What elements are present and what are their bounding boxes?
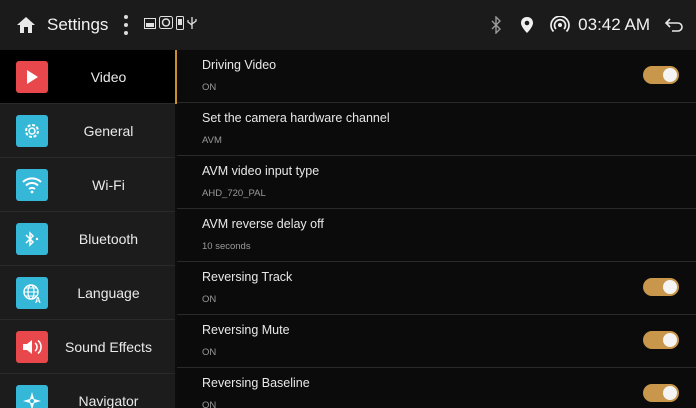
setting-value: ON (202, 347, 217, 358)
setting-title: AVM video input type (202, 164, 320, 178)
setting-row-driving-video[interactable]: Driving Video ON (177, 50, 696, 103)
phone-icon (176, 15, 185, 35)
status-bar: Settings 03:42 AM (0, 0, 696, 50)
setting-row-reversing-mute[interactable]: Reversing Mute ON (177, 315, 696, 368)
globe-icon: A (16, 276, 48, 309)
setting-title: Set the camera hardware channel (202, 111, 390, 125)
speaker-icon (16, 330, 48, 363)
video-settings-list: Driving Video ON Set the camera hardware… (177, 50, 696, 408)
sidebar-item-language[interactable]: A Language (0, 266, 175, 320)
setting-value: ON (202, 82, 217, 93)
bluetooth-status-icon (490, 16, 502, 34)
setting-row-camera-channel[interactable]: Set the camera hardware channel AVM (177, 103, 696, 156)
sidebar-item-navigator[interactable]: Navigator (0, 374, 175, 408)
setting-value: AHD_720_PAL (202, 188, 266, 199)
reversing-track-toggle[interactable] (643, 278, 679, 296)
setting-value: AVM (202, 135, 222, 146)
sidebar-item-label: Navigator (78, 392, 139, 408)
setting-title: Reversing Mute (202, 323, 290, 337)
setting-row-avm-input-type[interactable]: AVM video input type AHD_720_PAL (177, 156, 696, 209)
setting-row-avm-reverse-delay[interactable]: AVM reverse delay off 10 seconds (177, 209, 696, 262)
svg-text:A: A (35, 296, 41, 304)
status-bar-right: 03:42 AM (490, 0, 696, 50)
setting-value: ON (202, 294, 217, 305)
video-play-icon (16, 60, 48, 93)
sidebar-item-sound-effects[interactable]: Sound Effects (0, 320, 175, 374)
status-bar-left: Settings (0, 0, 198, 50)
back-icon[interactable] (664, 17, 684, 33)
setting-row-reversing-baseline[interactable]: Reversing Baseline ON (177, 368, 696, 408)
setting-title: Reversing Baseline (202, 376, 310, 390)
sidebar-item-general[interactable]: General (0, 104, 175, 158)
bluetooth-icon (16, 222, 48, 255)
settings-sidebar: Video General Wi-Fi Bluetooth A Language… (0, 50, 175, 408)
compass-icon (16, 384, 48, 408)
camera-icon (159, 16, 174, 34)
page-title: Settings (47, 15, 109, 34)
gear-icon (16, 114, 48, 147)
sidebar-item-label: Wi-Fi (92, 176, 125, 193)
setting-title: AVM reverse delay off (202, 217, 324, 231)
driving-video-toggle[interactable] (643, 66, 679, 84)
sidebar-item-label: Bluetooth (78, 230, 139, 247)
sidebar-item-label: General (83, 122, 134, 139)
setting-title: Driving Video (202, 58, 277, 72)
sidebar-item-bluetooth[interactable]: Bluetooth (0, 212, 175, 266)
setting-value: 10 seconds (202, 241, 251, 252)
setting-row-reversing-track[interactable]: Reversing Track ON (177, 262, 696, 315)
wifi-icon (16, 168, 48, 201)
more-options-icon[interactable] (122, 15, 130, 35)
sidebar-item-label: Sound Effects (65, 338, 152, 355)
sidebar-item-label: Language (77, 284, 140, 301)
reversing-mute-toggle[interactable] (643, 331, 679, 349)
sidebar-item-label: Video (90, 68, 127, 85)
setting-value: ON (202, 400, 217, 408)
sidebar-item-video[interactable]: Video (0, 50, 175, 104)
setting-title: Reversing Track (202, 270, 293, 284)
clock: 03:42 AM (578, 15, 650, 34)
home-icon[interactable] (15, 14, 37, 36)
hotspot-icon (550, 16, 571, 34)
location-icon (520, 16, 534, 34)
reversing-baseline-toggle[interactable] (643, 384, 679, 402)
sidebar-item-wifi[interactable]: Wi-Fi (0, 158, 175, 212)
notification-icons (144, 15, 198, 35)
picture-icon (144, 16, 157, 34)
usb-icon (187, 16, 198, 35)
